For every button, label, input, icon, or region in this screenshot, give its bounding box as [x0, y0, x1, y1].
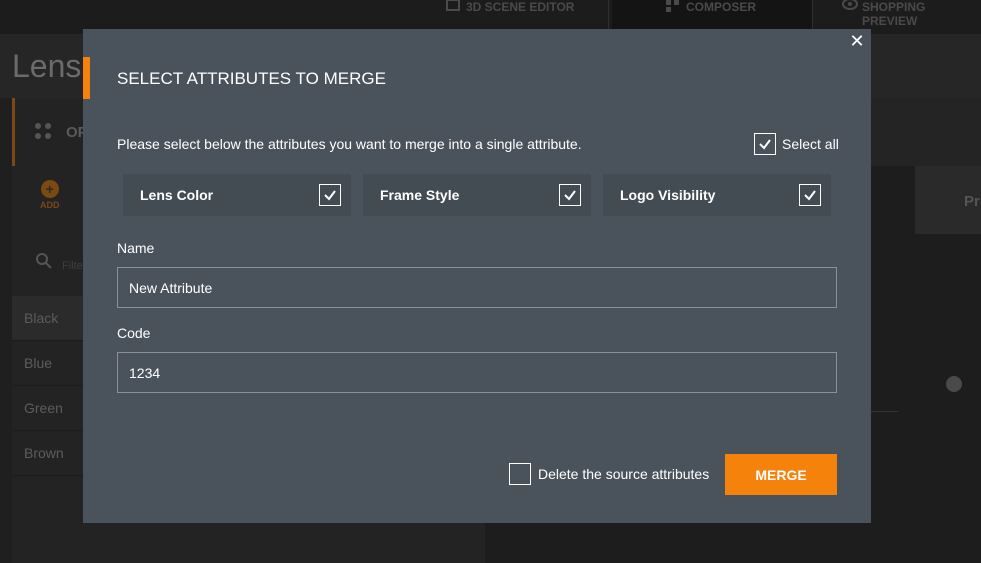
checkbox-checked-icon[interactable]	[754, 133, 776, 155]
add-button[interactable]: + ADD	[40, 180, 60, 210]
plus-icon: +	[40, 180, 59, 198]
panel-accent	[12, 98, 15, 166]
composer-icon	[666, 0, 680, 12]
attribute-label: Frame Style	[380, 187, 460, 203]
play-icon[interactable]	[946, 376, 962, 392]
attribute-label: Lens Color	[140, 187, 214, 203]
preview-card-label: Pr	[964, 193, 980, 210]
merge-attributes-dialog: ✕ SELECT ATTRIBUTES TO MERGE Please sele…	[83, 29, 871, 523]
cube-icon	[446, 0, 460, 12]
code-label: Code	[117, 325, 151, 341]
attribute-option-frame-style[interactable]: Frame Style	[363, 174, 591, 216]
name-label: Name	[117, 240, 155, 256]
select-all-label: Select all	[782, 136, 839, 152]
page-title: Lens	[12, 48, 82, 84]
checkbox-checked-icon[interactable]	[799, 184, 821, 206]
add-label: ADD	[40, 200, 60, 210]
title-accent	[83, 57, 90, 99]
checkbox-checked-icon[interactable]	[319, 184, 341, 206]
divider	[870, 411, 898, 412]
code-input[interactable]	[117, 352, 837, 393]
delete-source-label: Delete the source attributes	[538, 466, 710, 482]
dialog-title: SELECT ATTRIBUTES TO MERGE	[117, 69, 386, 88]
attribute-option-lens-color[interactable]: Lens Color	[123, 174, 351, 216]
attribute-option-logo-visibility[interactable]: Logo Visibility	[603, 174, 831, 216]
checkbox-checked-icon[interactable]	[559, 184, 581, 206]
select-all-checkbox[interactable]: Select all	[754, 133, 839, 155]
search-input[interactable]: Filte	[62, 260, 83, 272]
delete-source-checkbox[interactable]: Delete the source attributes	[509, 463, 709, 485]
tab-label: 3D SCENE EDITOR	[466, 0, 575, 14]
tab-label: COMPOSER	[686, 0, 757, 14]
instructions-text: Please select below the attributes you w…	[117, 136, 582, 152]
checkbox-unchecked-icon[interactable]	[509, 463, 531, 485]
eye-icon	[842, 0, 858, 12]
attribute-label: Logo Visibility	[620, 187, 716, 203]
options-icon	[34, 122, 52, 145]
search-icon	[36, 253, 52, 274]
tab-label: SHOPPING PREVIEW	[862, 0, 926, 28]
merge-button[interactable]: MERGE	[725, 454, 837, 495]
close-icon[interactable]: ✕	[848, 32, 866, 50]
name-input[interactable]	[117, 267, 837, 308]
